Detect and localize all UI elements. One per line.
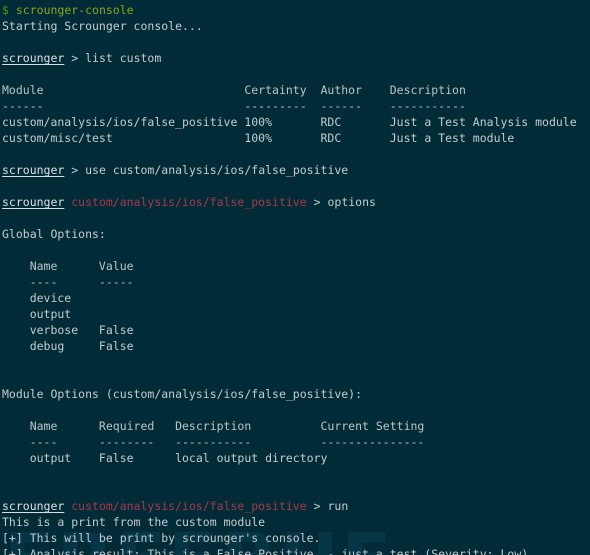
table-row: debug False (2, 339, 134, 353)
table-row: device (2, 291, 99, 305)
prompt-separator: > (313, 195, 321, 209)
prompt-label: scrounger (2, 51, 65, 65)
prompt-separator: > (313, 499, 321, 513)
prompt-line-options: scrounger custom/analysis/ios/false_posi… (2, 194, 590, 210)
module-list-header: Module Certainty Author Description (2, 83, 466, 97)
table-row: output False local output directory (2, 451, 328, 465)
global-options-title: Global Options: (2, 227, 106, 241)
table-row: custom/misc/test 100% RDC Just a Test mo… (2, 131, 515, 145)
active-module-path: custom/analysis/ios/false_positive (71, 499, 307, 513)
prompt-line-run: scrounger custom/analysis/ios/false_posi… (2, 498, 590, 514)
prompt-line-list: scrounger > list custom (2, 50, 590, 66)
prompt-label: scrounger (2, 195, 65, 209)
launch-command: scrounger-console (15, 3, 134, 17)
module-list-header-rule: ------ --------- ------ ----------- (2, 99, 466, 113)
command-use: use custom/analysis/ios/false_positive (85, 163, 349, 177)
command-options: options (327, 195, 376, 209)
prompt-line-use: scrounger > use custom/analysis/ios/fals… (2, 162, 590, 178)
module-options-header-rule: ---- -------- ----------- --------------… (2, 435, 425, 449)
prompt-label: scrounger (2, 163, 65, 177)
table-row: custom/analysis/ios/false_positive 100% … (2, 115, 577, 129)
shell-command-line: $ scrounger-console (2, 2, 590, 18)
startup-message: Starting Scrounger console... (2, 19, 203, 33)
table-row: verbose False (2, 323, 134, 337)
run-output-line: [+] Analysis result: This is a False Pos… (2, 547, 529, 555)
terminal-window[interactable]: FREEBUF $ scrounger-console Starting Scr… (0, 0, 590, 555)
active-module-path: custom/analysis/ios/false_positive (71, 195, 307, 209)
table-row: output (2, 307, 99, 321)
terminal-output: $ scrounger-console Starting Scrounger c… (2, 2, 590, 555)
global-options-header-rule: ---- ----- (2, 275, 134, 289)
run-output-line: This is a print from the custom module (2, 515, 266, 529)
command-run: run (327, 499, 349, 513)
global-options-header: Name Value (2, 259, 134, 273)
module-options-title: Module Options (custom/analysis/ios/fals… (2, 387, 363, 401)
module-options-header: Name Required Description Current Settin… (2, 419, 425, 433)
prompt-label: scrounger (2, 499, 65, 513)
command-list: list custom (85, 51, 162, 65)
shell-prompt-symbol: $ (2, 3, 9, 17)
run-output-line: [+] This will be print by scrounger's co… (2, 531, 321, 545)
